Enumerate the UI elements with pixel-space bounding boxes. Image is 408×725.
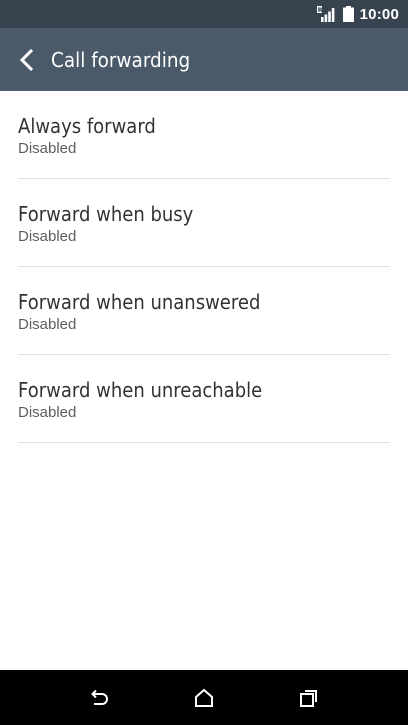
home-icon (195, 688, 213, 707)
nav-home-button[interactable] (174, 670, 234, 725)
nav-back-button[interactable] (69, 670, 129, 725)
battery-icon (342, 6, 354, 22)
setting-title: Forward when busy (18, 201, 194, 226)
setting-status: Disabled (18, 403, 77, 421)
setting-forward-when-unreachable[interactable]: Forward when unreachable Disabled (18, 355, 390, 443)
settings-list: Always forward Disabled Forward when bus… (0, 91, 408, 443)
setting-title: Always forward (18, 113, 156, 138)
recents-icon (300, 689, 317, 707)
setting-status: Disabled (18, 315, 77, 333)
setting-title: Forward when unanswered (18, 289, 261, 314)
setting-status: Disabled (18, 227, 77, 245)
setting-forward-when-unanswered[interactable]: Forward when unanswered Disabled (18, 267, 390, 355)
signal-icon: R (316, 6, 335, 22)
navigation-bar (0, 670, 408, 725)
back-button[interactable] (0, 28, 50, 91)
setting-title: Forward when unreachable (18, 377, 263, 402)
back-arrow-icon (91, 689, 108, 705)
chevron-left-icon (19, 48, 34, 71)
app-bar: Call forwarding (0, 28, 408, 91)
status-bar: R 10:00 (0, 0, 408, 28)
nav-recents-button[interactable] (279, 670, 339, 725)
page-title: Call forwarding (51, 47, 191, 72)
svg-text:R: R (317, 6, 322, 14)
setting-always-forward[interactable]: Always forward Disabled (18, 91, 390, 179)
setting-status: Disabled (18, 139, 77, 157)
status-time: 10:00 (359, 5, 399, 23)
setting-forward-when-busy[interactable]: Forward when busy Disabled (18, 179, 390, 267)
